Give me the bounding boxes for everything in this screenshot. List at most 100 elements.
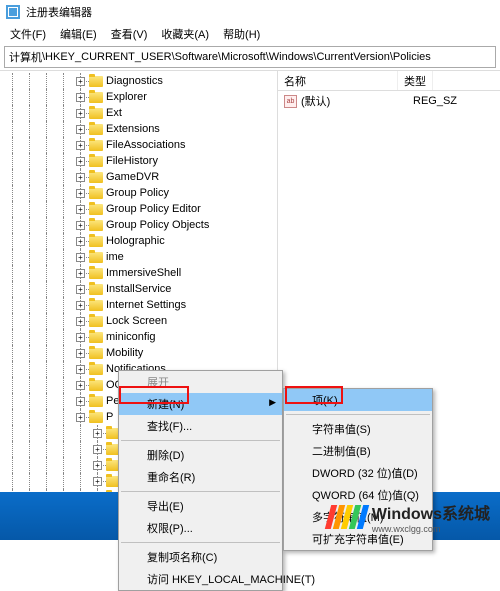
menu-separator [121, 491, 280, 492]
addressbar[interactable]: 计算机\HKEY_CURRENT_USER\Software\Microsoft… [4, 46, 496, 68]
mi-goto[interactable]: 访问 HKEY_LOCAL_MACHINE(T) [119, 568, 282, 590]
folder-icon [89, 172, 103, 183]
col-type[interactable]: 类型 [398, 71, 433, 90]
tree-item[interactable]: +Mobility [4, 345, 277, 361]
tree-item[interactable]: +Ext [4, 105, 277, 121]
value-type: REG_SZ [413, 95, 457, 107]
tree-item[interactable]: +InstallService [4, 281, 277, 297]
tree-item-label: Mobility [106, 347, 143, 359]
tree-item[interactable]: +Group Policy Objects [4, 217, 277, 233]
tree-item-label: Group Policy [106, 187, 169, 199]
tree-item[interactable]: +miniconfig [4, 329, 277, 345]
folder-icon [89, 268, 103, 279]
mi-permissions[interactable]: 权限(P)... [119, 517, 282, 539]
tree-item[interactable]: +FileAssociations [4, 137, 277, 153]
tree-item[interactable]: +Group Policy [4, 185, 277, 201]
watermark: Windows系统城 www.wxclgg.com [328, 500, 490, 534]
tree-item-label: P [106, 411, 113, 423]
menu-separator [121, 542, 280, 543]
menubar: 文件(F) 编辑(E) 查看(V) 收藏夹(A) 帮助(H) [0, 24, 500, 44]
tree-item[interactable]: +Lock Screen [4, 313, 277, 329]
tree-item[interactable]: +Holographic [4, 233, 277, 249]
tree-item-label: Group Policy Objects [106, 219, 209, 231]
tree-item-label: Holographic [106, 235, 165, 247]
tree-item[interactable]: +Diagnostics [4, 73, 277, 89]
menu-favorites[interactable]: 收藏夹(A) [155, 24, 215, 44]
folder-icon [89, 236, 103, 247]
mi-copy-key[interactable]: 复制项名称(C) [119, 546, 282, 568]
folder-icon [89, 316, 103, 327]
tree-item-label: Group Policy Editor [106, 203, 201, 215]
watermark-url: www.wxclgg.com [372, 524, 490, 534]
tree-item-label: Explorer [106, 91, 147, 103]
menu-edit[interactable]: 编辑(E) [54, 24, 103, 44]
folder-icon [89, 76, 103, 87]
window-title: 注册表编辑器 [26, 4, 92, 20]
tree-item[interactable]: +Internet Settings [4, 297, 277, 313]
mi-expand[interactable]: 展开 [119, 371, 282, 393]
folder-icon [89, 252, 103, 263]
tree-item-label: Internet Settings [106, 299, 186, 311]
folder-icon [89, 396, 103, 407]
context-menu-primary: 展开 新建(N)▶ 查找(F)... 删除(D) 重命名(R) 导出(E) 权限… [118, 370, 283, 591]
tree-item-label: miniconfig [106, 331, 156, 343]
tree-item-label: InstallService [106, 283, 171, 295]
mi-new-key[interactable]: 项(K) [284, 389, 432, 411]
tree-item-label: GameDVR [106, 171, 159, 183]
menu-help[interactable]: 帮助(H) [217, 24, 266, 44]
value-row[interactable]: ab (默认) REG_SZ [278, 91, 500, 111]
mi-new-string[interactable]: 字符串值(S) [284, 418, 432, 440]
mi-new-dword[interactable]: DWORD (32 位)值(D) [284, 462, 432, 484]
regedit-icon [6, 5, 20, 19]
tree-item-label: Diagnostics [106, 75, 163, 87]
addressbar-path: \HKEY_CURRENT_USER\Software\Microsoft\Wi… [42, 51, 431, 63]
tree-item[interactable]: +GameDVR [4, 169, 277, 185]
folder-icon [89, 364, 103, 375]
mi-export[interactable]: 导出(E) [119, 495, 282, 517]
folder-icon [89, 124, 103, 135]
folder-icon [89, 300, 103, 311]
tree-item-label: FileAssociations [106, 139, 185, 151]
folder-icon [89, 108, 103, 119]
values-header: 名称 类型 [278, 71, 500, 91]
folder-icon [89, 156, 103, 167]
folder-icon [89, 204, 103, 215]
mi-new[interactable]: 新建(N)▶ [119, 393, 282, 415]
folder-icon [89, 284, 103, 295]
folder-icon [89, 220, 103, 231]
tree-item-label: ime [106, 251, 124, 263]
submenu-arrow-icon: ▶ [269, 397, 276, 408]
tree-item[interactable]: +Explorer [4, 89, 277, 105]
mi-find[interactable]: 查找(F)... [119, 415, 282, 437]
col-name[interactable]: 名称 [278, 71, 398, 90]
folder-icon [89, 380, 103, 391]
watermark-bars-icon [328, 505, 366, 529]
menu-file[interactable]: 文件(F) [4, 24, 52, 44]
tree-item-label: Lock Screen [106, 315, 167, 327]
mi-new-binary[interactable]: 二进制值(B) [284, 440, 432, 462]
tree-item[interactable]: +Group Policy Editor [4, 201, 277, 217]
tree-item-label: ImmersiveShell [106, 267, 181, 279]
mi-rename[interactable]: 重命名(R) [119, 466, 282, 488]
tree-item-label: Extensions [106, 123, 160, 135]
titlebar: 注册表编辑器 [0, 0, 500, 24]
watermark-title: Windows系统城 [372, 500, 490, 524]
menu-view[interactable]: 查看(V) [105, 24, 154, 44]
folder-icon [89, 332, 103, 343]
tree-item[interactable]: +ImmersiveShell [4, 265, 277, 281]
mi-delete[interactable]: 删除(D) [119, 444, 282, 466]
tree-item-label: FileHistory [106, 155, 158, 167]
tree-item[interactable]: +ime [4, 249, 277, 265]
folder-icon [89, 412, 103, 423]
menu-separator [121, 440, 280, 441]
string-value-icon: ab [284, 95, 297, 108]
addressbar-label: 计算机 [9, 49, 42, 65]
menu-separator [286, 414, 430, 415]
folder-icon [89, 140, 103, 151]
tree-item-label: Ext [106, 107, 122, 119]
folder-icon [89, 348, 103, 359]
value-name: (默认) [301, 93, 413, 109]
tree-item[interactable]: +FileHistory [4, 153, 277, 169]
tree-item[interactable]: +Extensions [4, 121, 277, 137]
folder-icon [89, 92, 103, 103]
